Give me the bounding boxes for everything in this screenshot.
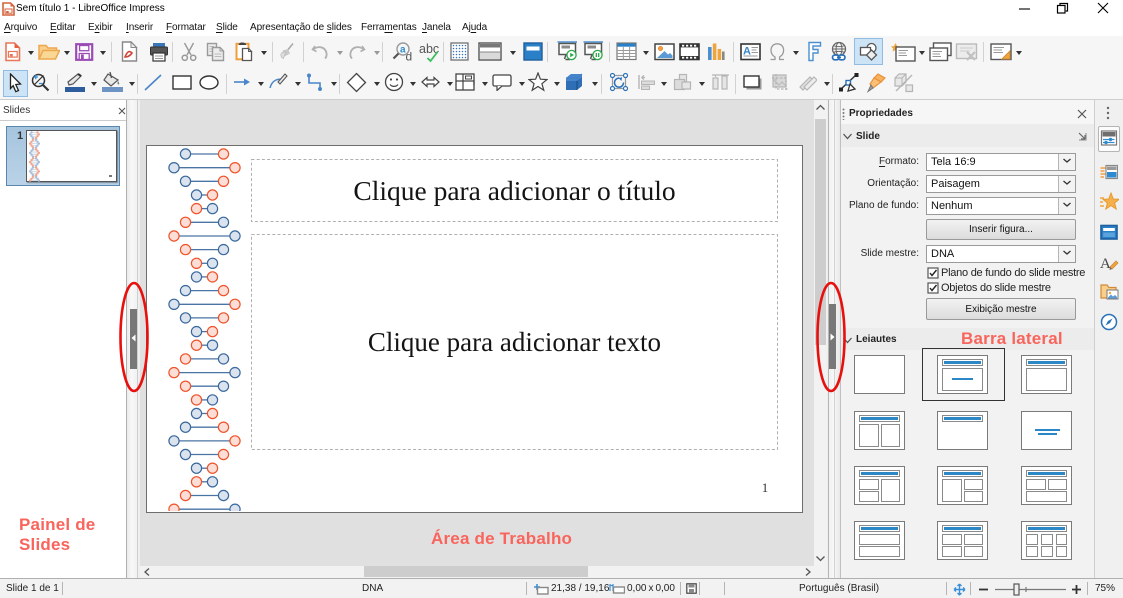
svg-text:d: d: [406, 50, 413, 64]
svg-text:A: A: [1100, 256, 1111, 272]
